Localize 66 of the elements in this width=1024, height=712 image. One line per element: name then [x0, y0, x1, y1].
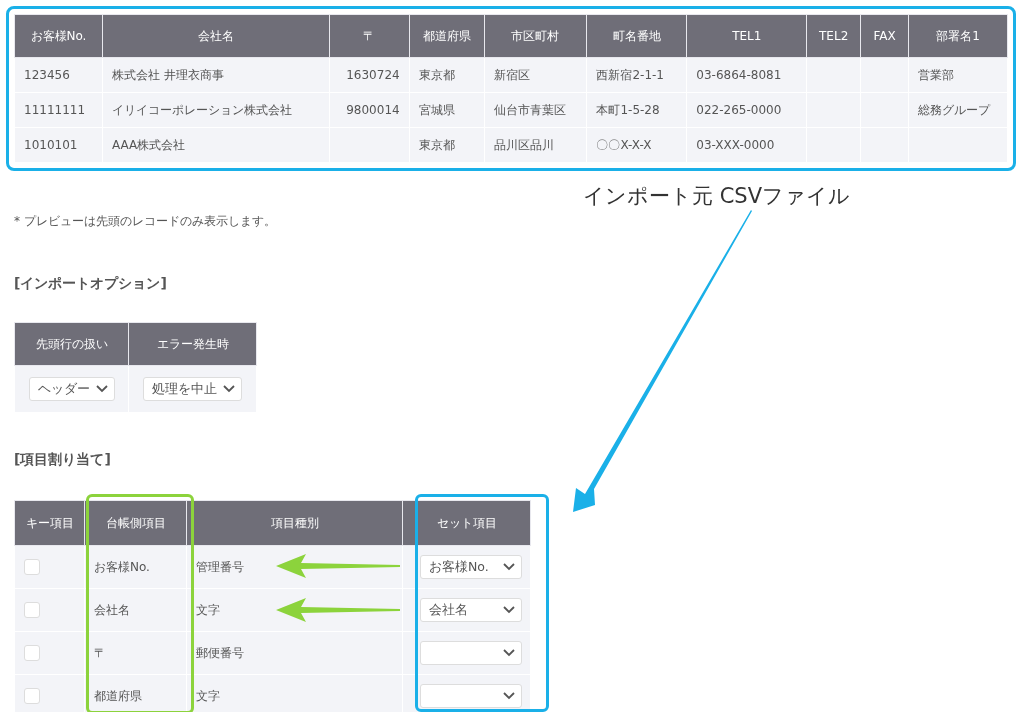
table-cell: イリイコーポレーション株式会社	[102, 92, 330, 128]
table-cell: 仙台市青葉区	[484, 92, 587, 128]
table-cell: 新宿区	[484, 57, 587, 93]
table-cell: 郵便番号	[186, 631, 403, 675]
chevron-down-icon	[503, 649, 515, 657]
chevron-down-icon	[503, 692, 515, 700]
field-select[interactable]	[420, 684, 522, 708]
column-header: 部署名1	[908, 14, 1008, 58]
column-header: 〒	[329, 14, 410, 58]
table-cell: AAA株式会社	[102, 127, 330, 163]
table-cell: 西新宿2-1-1	[586, 57, 687, 93]
table-cell: 文字	[186, 674, 403, 712]
field-select[interactable]: お客様No.	[420, 555, 522, 579]
table-cell: 東京都	[409, 57, 485, 93]
table-cell: 営業部	[908, 57, 1008, 93]
column-header: 会社名	[102, 14, 330, 58]
key-checkbox[interactable]	[24, 688, 40, 704]
table-cell: 株式会社 井理衣商事	[102, 57, 330, 93]
column-header: エラー発生時	[128, 322, 257, 366]
chevron-down-icon	[503, 563, 515, 571]
key-checkbox[interactable]	[24, 645, 40, 661]
option-select[interactable]: 処理を中止	[143, 377, 242, 401]
column-header: キー項目	[14, 500, 85, 546]
table-cell: 東京都	[409, 127, 485, 163]
table-cell	[860, 57, 909, 93]
table-cell: 1630724	[329, 57, 410, 93]
table-cell: 022-265-0000	[686, 92, 807, 128]
table-cell: 本町1-5-28	[586, 92, 687, 128]
column-header: 市区町村	[484, 14, 587, 58]
table-cell: 総務グループ	[908, 92, 1008, 128]
table-cell: 品川区品川	[484, 127, 587, 163]
column-header: 町名番地	[586, 14, 687, 58]
field-select[interactable]: 会社名	[420, 598, 522, 622]
table-cell: 11111111	[14, 92, 103, 128]
annotation-caption: インポート元 CSVファイル	[583, 183, 852, 209]
table-cell: 03-XXX-0000	[686, 127, 807, 163]
column-header: 先頭行の扱い	[14, 322, 129, 366]
column-header: TEL1	[686, 14, 807, 58]
table-cell: 〇〇X-X-X	[586, 127, 687, 163]
preview-note: * プレビューは先頭のレコードのみ表示します。	[14, 213, 277, 229]
section-heading: [項目割り当て]	[14, 450, 112, 469]
key-checkbox[interactable]	[24, 602, 40, 618]
column-header: セット項目	[402, 500, 531, 546]
table-cell: 9800014	[329, 92, 410, 128]
table-cell: 会社名	[84, 588, 187, 632]
table-cell: 03-6864-8081	[686, 57, 807, 93]
table-cell: 〒	[84, 631, 187, 675]
key-checkbox[interactable]	[24, 559, 40, 575]
chevron-down-icon	[223, 385, 235, 393]
column-header: 台帳側項目	[84, 500, 187, 546]
arrow-icon	[573, 210, 752, 512]
field-select[interactable]	[420, 641, 522, 665]
option-select[interactable]: ヘッダー	[28, 377, 115, 401]
column-header: 項目種別	[186, 500, 403, 546]
chevron-down-icon	[503, 606, 515, 614]
column-header: TEL2	[806, 14, 861, 58]
column-header: お客様No.	[14, 14, 103, 58]
section-heading: [インポートオプション]	[14, 274, 168, 293]
table-cell: 宮城県	[409, 92, 485, 128]
table-cell	[806, 57, 861, 93]
table-cell: 1010101	[14, 127, 103, 163]
table-cell: 123456	[14, 57, 103, 93]
chevron-down-icon	[95, 385, 108, 393]
column-header: 都道府県	[409, 14, 485, 58]
table-cell: お客様No.	[84, 545, 187, 589]
column-header: FAX	[860, 14, 909, 58]
